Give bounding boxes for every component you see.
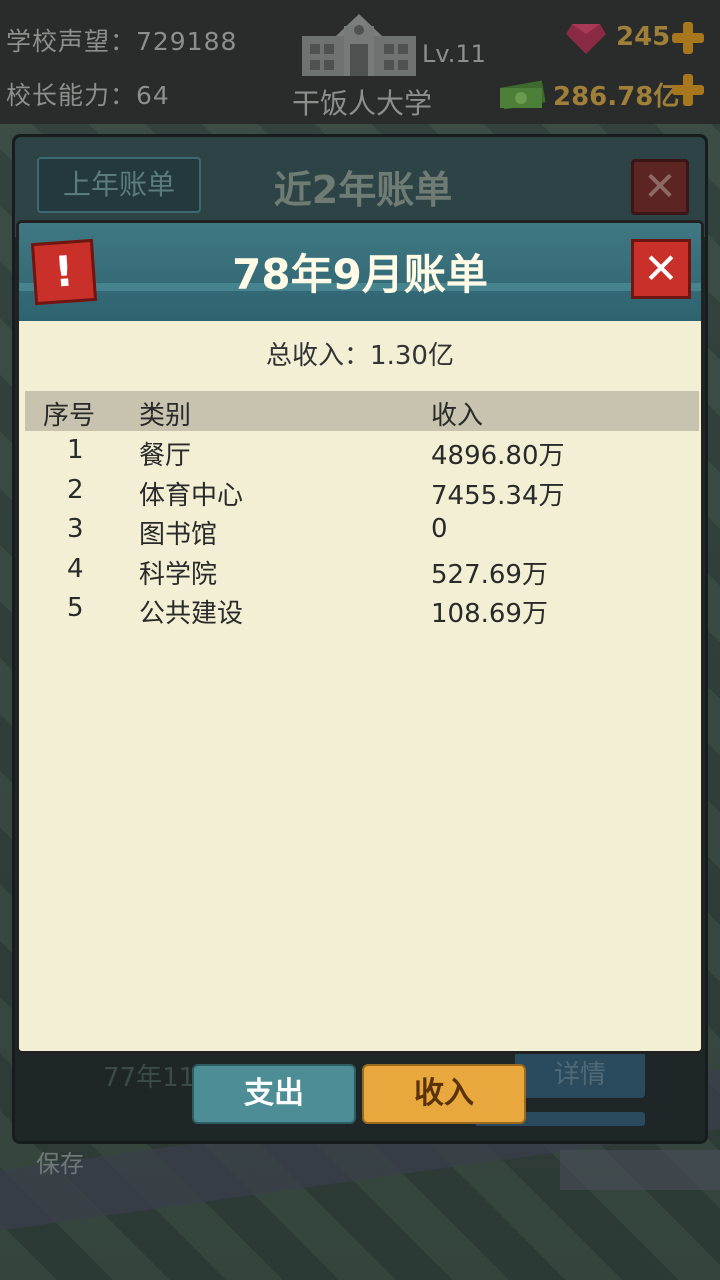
close-icon: ✕ [643, 244, 679, 293]
gem-count: 245 [616, 22, 671, 52]
school-name: 干饭人大学 [291, 87, 432, 120]
table-row: 4 科学院 527.69万 [25, 554, 699, 594]
monthly-bill-header: ! 78年9月账单 ✕ [19, 223, 701, 321]
row-no: 5 [67, 593, 84, 623]
row-no: 2 [67, 475, 84, 505]
row-income: 527.69万 [431, 560, 548, 590]
header-category: 类别 [139, 401, 192, 431]
row-no: 3 [67, 514, 84, 544]
row-income: 7455.34万 [431, 481, 565, 511]
row-income: 4896.80万 [431, 441, 565, 471]
alert-button[interactable]: ! [30, 238, 98, 306]
money-amount: 286.78亿 [553, 82, 680, 112]
gem-icon [566, 24, 606, 54]
income-tab[interactable]: 收入 [362, 1064, 526, 1124]
row-category: 科学院 [139, 560, 218, 590]
row-category: 餐厅 [139, 441, 192, 471]
school-building-icon [302, 14, 416, 76]
top-status-bar: 学校声望：729188 校长能力：64 Lv.11 干饭人大学 245 286.… [0, 0, 720, 124]
row-category: 图书馆 [139, 520, 218, 550]
add-money-icon[interactable] [672, 74, 704, 106]
monthly-bill-close-button[interactable]: ✕ [631, 239, 691, 299]
row-category: 体育中心 [139, 481, 244, 511]
table-row: 5 公共建设 108.69万 [25, 593, 699, 633]
exclamation-icon: ! [52, 246, 76, 297]
principal-ability-stat: 校长能力：64 [6, 81, 170, 110]
total-income: 总收入：1.30亿 [266, 341, 454, 371]
table-row: 3 图书馆 0 [25, 514, 699, 554]
save-label: 保存 [36, 1150, 84, 1178]
table-row: 1 餐厅 4896.80万 [25, 435, 699, 475]
cash-icon [500, 80, 546, 110]
row-income: 108.69万 [431, 599, 548, 629]
map-road [560, 1150, 720, 1190]
row-income: 0 [431, 514, 448, 544]
row-no: 4 [67, 554, 84, 584]
reputation-stat: 学校声望：729188 [6, 27, 238, 56]
monthly-bill-dialog: ! 78年9月账单 ✕ 总收入：1.30亿 序号 类别 收入 1 餐厅 4896… [16, 220, 704, 1054]
header-income: 收入 [431, 401, 484, 431]
table-header: 序号 类别 收入 [25, 391, 699, 431]
close-icon: ✕ [643, 164, 677, 210]
two-year-bills-close-button[interactable]: ✕ [631, 159, 689, 215]
expense-tab[interactable]: 支出 [192, 1064, 356, 1124]
row-category: 公共建设 [139, 599, 244, 629]
school-level: Lv.11 [422, 40, 486, 68]
header-no: 序号 [43, 401, 96, 431]
bill-detail-button[interactable]: 详情 [515, 1052, 645, 1098]
two-year-bills-title: 近2年账单 [273, 168, 453, 212]
bill-list-row-text: 77年11 [103, 1063, 196, 1093]
monthly-bill-title: 78年9月账单 [232, 250, 488, 299]
row-no: 1 [67, 435, 84, 465]
last-year-bill-button[interactable]: 上年账单 [37, 157, 201, 213]
add-gems-icon[interactable] [672, 22, 704, 54]
table-row: 2 体育中心 7455.34万 [25, 475, 699, 515]
